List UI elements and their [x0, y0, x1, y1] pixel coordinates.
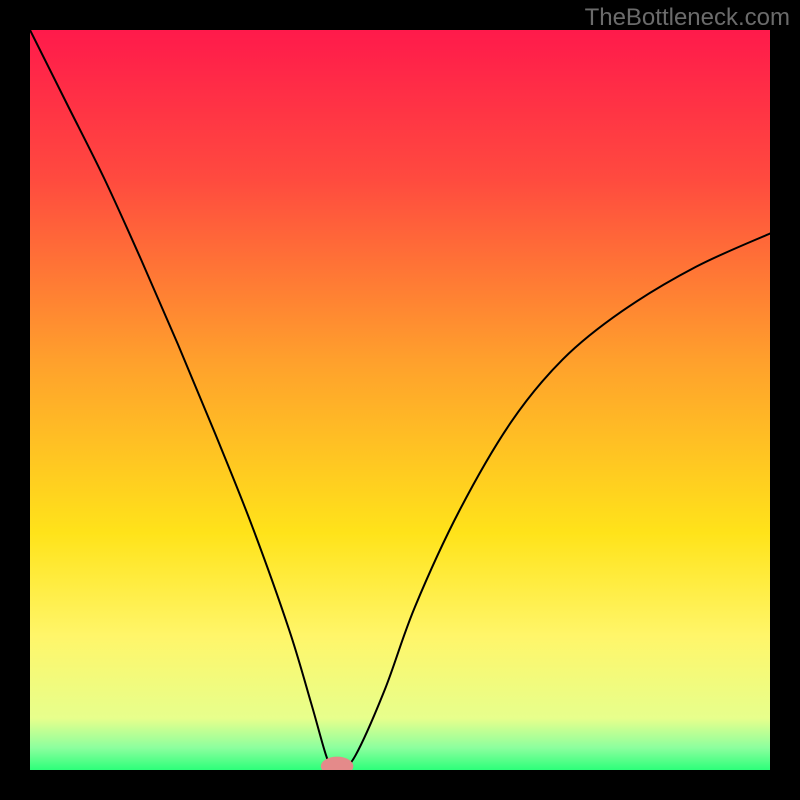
chart-frame: TheBottleneck.com: [0, 0, 800, 800]
gradient-background: [30, 30, 770, 770]
plot-area: [30, 30, 770, 770]
watermark-label: TheBottleneck.com: [585, 4, 790, 32]
chart-svg: [30, 30, 770, 770]
